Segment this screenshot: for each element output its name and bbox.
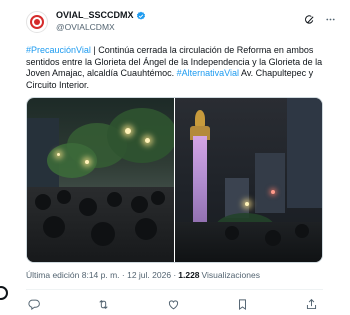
more-icon[interactable] [325,14,336,25]
like-icon[interactable] [167,298,180,311]
media-image-crowd[interactable] [27,98,175,263]
hashtag-link[interactable]: #AlternativaVial [177,68,239,78]
action-bar [26,298,318,311]
tweet-text: #PrecauciónVial | Continúa cerrada la ci… [26,45,326,91]
media-grid [26,97,323,264]
author-info: OVIAL_SSCCDMX @OVIALCDMX [56,10,146,33]
views-label: Visualizaciones [201,270,260,281]
bookmark-icon[interactable] [236,298,249,311]
verified-icon [136,11,145,20]
grok-icon[interactable] [304,14,315,25]
avatar[interactable] [26,11,48,33]
divider [26,289,323,291]
tweet-header: OVIAL_SSCCDMX @OVIALCDMX [26,10,336,44]
retweet-icon[interactable] [97,298,110,311]
header-actions [304,14,336,25]
media-image-monument[interactable] [174,98,322,263]
edited-timestamp[interactable]: Última edición 8:14 p. m. · 12 jul. 2026… [26,270,176,280]
views-count: 1.228 [178,270,200,281]
display-name[interactable]: OVIAL_SSCCDMX [56,10,134,21]
share-icon[interactable] [305,298,318,311]
hashtag-link[interactable]: #PrecauciónVial [26,45,91,55]
tweet-card: OVIAL_SSCCDMX @OVIALCDMX #PrecauciónVial… [0,0,350,315]
handle[interactable]: @OVIALCDMX [56,22,146,33]
tweet-meta: Última edición 8:14 p. m. · 12 jul. 2026… [26,270,336,280]
reply-icon[interactable] [28,298,41,311]
